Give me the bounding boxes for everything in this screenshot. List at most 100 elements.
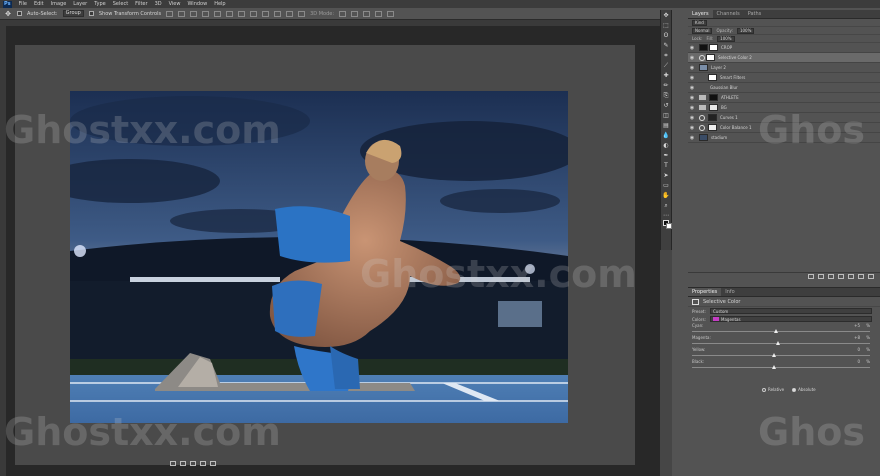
distribute-left-icon[interactable] <box>274 10 282 17</box>
slider-track[interactable] <box>692 331 870 332</box>
distribute-center-icon[interactable] <box>286 10 294 17</box>
menu-window[interactable]: Window <box>187 1 207 7</box>
clip-to-layer-icon[interactable] <box>170 461 176 466</box>
visibility-eye-icon[interactable]: ◉ <box>688 105 696 111</box>
hand-icon[interactable]: ✋ <box>662 192 670 200</box>
toggle-visibility-icon[interactable] <box>200 461 206 466</box>
layer-row-color-balance[interactable]: ◉ Color Balance 1 <box>688 123 880 133</box>
fill-field[interactable]: 100% <box>717 35 735 42</box>
menu-type[interactable]: Type <box>94 1 105 7</box>
blur-icon[interactable]: 💧 <box>662 132 670 140</box>
slider-track[interactable] <box>692 367 870 368</box>
visibility-eye-icon[interactable]: ◉ <box>688 55 696 61</box>
slider-handle[interactable] <box>776 341 780 345</box>
move-tool-icon[interactable]: ✥ <box>4 10 12 18</box>
align-middle-icon[interactable] <box>178 10 186 17</box>
link-layers-icon[interactable] <box>808 274 814 279</box>
slider-value[interactable]: 0 <box>857 347 860 352</box>
menu-edit[interactable]: Edit <box>34 1 44 7</box>
distribute-middle-icon[interactable] <box>250 10 258 17</box>
crop-icon[interactable]: ⌗ <box>662 52 670 60</box>
slider-value[interactable]: +8 <box>854 335 860 340</box>
blend-mode-dropdown[interactable]: Normal <box>692 27 713 34</box>
tab-info[interactable]: Info <box>721 288 738 296</box>
align-bottom-icon[interactable] <box>190 10 198 17</box>
menu-3d[interactable]: 3D <box>155 1 162 7</box>
path-select-icon[interactable]: ➤ <box>662 172 670 180</box>
3d-scale-icon[interactable] <box>387 10 395 17</box>
visibility-eye-icon[interactable]: ◉ <box>688 75 696 81</box>
align-center-icon[interactable] <box>214 10 222 17</box>
eraser-icon[interactable]: ◫ <box>662 112 670 120</box>
menu-file[interactable]: File <box>19 1 27 7</box>
menu-help[interactable]: Help <box>214 1 225 7</box>
stamp-icon[interactable]: ⎘ <box>662 92 670 100</box>
menu-select[interactable]: Select <box>113 1 128 7</box>
shape-icon[interactable]: ▭ <box>662 182 670 190</box>
radio-dot[interactable] <box>792 387 797 392</box>
3d-slide-icon[interactable] <box>375 10 383 17</box>
cyan-slider[interactable]: Cyan: +5 % <box>688 323 880 335</box>
distribute-bottom-icon[interactable] <box>262 10 270 17</box>
history-brush-icon[interactable]: ↺ <box>662 102 670 110</box>
visibility-eye-icon[interactable]: ◉ <box>688 125 696 131</box>
3d-roll-icon[interactable] <box>351 10 359 17</box>
move-icon[interactable]: ✥ <box>662 12 670 20</box>
align-top-icon[interactable] <box>166 10 174 17</box>
pen-icon[interactable]: ✒ <box>662 152 670 160</box>
3d-rotate-icon[interactable] <box>339 10 347 17</box>
layer-row-athlete-group[interactable]: ◉ ATHLETE <box>688 93 880 103</box>
radio-dot[interactable] <box>762 387 766 392</box>
layer-row-crop[interactable]: ◉ CROP <box>688 43 880 53</box>
tab-channels[interactable]: Channels <box>713 10 744 18</box>
visibility-eye-icon[interactable]: ◉ <box>688 85 696 91</box>
distribute-top-icon[interactable] <box>238 10 246 17</box>
layer-style-icon[interactable] <box>818 274 824 279</box>
align-right-icon[interactable] <box>226 10 234 17</box>
slider-handle[interactable] <box>772 353 776 357</box>
view-previous-icon[interactable] <box>180 461 186 466</box>
relative-radio[interactable]: Relative <box>762 387 784 392</box>
visibility-eye-icon[interactable]: ◉ <box>688 95 696 101</box>
smart-filters-row[interactable]: ◉ Smart Filters <box>688 73 880 83</box>
healing-icon[interactable]: ✚ <box>662 72 670 80</box>
tab-paths[interactable]: Paths <box>744 10 766 18</box>
slider-handle[interactable] <box>772 365 776 369</box>
black-slider[interactable]: Black: 0 % <box>688 359 880 371</box>
menu-view[interactable]: View <box>169 1 181 7</box>
zoom-icon[interactable]: ⌕ <box>662 202 670 210</box>
slider-track[interactable] <box>692 355 870 356</box>
slider-value[interactable]: +5 <box>854 323 860 328</box>
tab-properties[interactable]: Properties <box>688 288 722 296</box>
layer-row-stadium[interactable]: ◉ stadium <box>688 133 880 143</box>
new-adjustment-icon[interactable] <box>838 274 844 279</box>
auto-select-checkbox[interactable] <box>17 11 22 16</box>
transform-controls-checkbox[interactable] <box>88 11 94 16</box>
visibility-eye-icon[interactable]: ◉ <box>688 135 696 141</box>
tab-layers[interactable]: Layers <box>688 10 713 18</box>
align-left-icon[interactable] <box>202 10 210 17</box>
menu-layer[interactable]: Layer <box>73 1 87 7</box>
document-image[interactable] <box>70 91 568 423</box>
preset-dropdown[interactable]: Custom <box>710 308 872 314</box>
layer-row-selective-color[interactable]: ◉ Selective Color 2 <box>688 53 880 63</box>
reset-adjustment-icon[interactable] <box>190 461 196 466</box>
delete-adjustment-icon[interactable] <box>210 461 216 466</box>
layer-row-curves[interactable]: ◉ Curves 1 <box>688 113 880 123</box>
slider-track[interactable] <box>692 343 870 344</box>
slider-handle[interactable] <box>774 329 778 333</box>
gradient-icon[interactable]: ▤ <box>662 122 670 130</box>
layer-row-bg-group[interactable]: ◉ BG <box>688 103 880 113</box>
lasso-icon[interactable]: ʘ <box>662 32 670 40</box>
distribute-right-icon[interactable] <box>298 10 306 17</box>
visibility-eye-icon[interactable]: ◉ <box>688 65 696 71</box>
more-icon[interactable]: ⋯ <box>662 212 670 220</box>
add-mask-icon[interactable] <box>828 274 834 279</box>
new-layer-icon[interactable] <box>858 274 864 279</box>
brush-icon[interactable]: ✏ <box>662 82 670 90</box>
type-icon[interactable]: T <box>662 162 670 170</box>
menu-image[interactable]: Image <box>51 1 67 7</box>
dodge-icon[interactable]: ◐ <box>662 142 670 150</box>
yellow-slider[interactable]: Yellow: 0 % <box>688 347 880 359</box>
3d-pan-icon[interactable] <box>363 10 371 17</box>
